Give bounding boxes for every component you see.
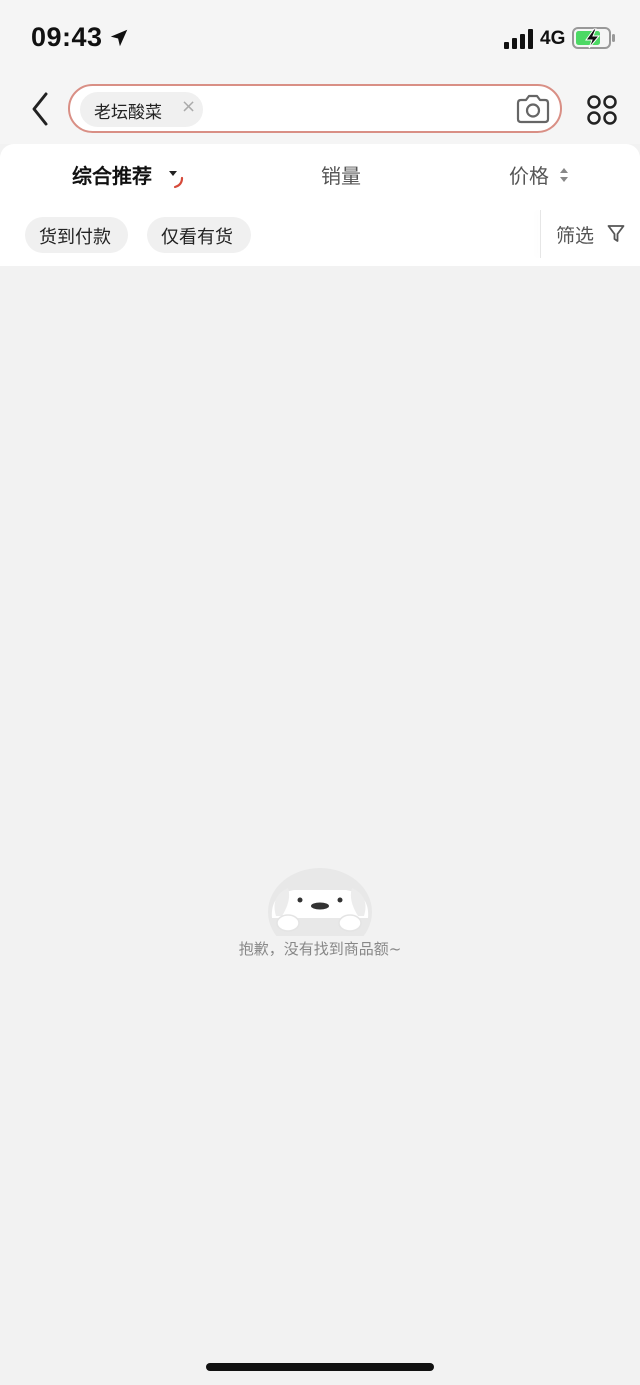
home-indicator[interactable] — [206, 1363, 434, 1371]
filter-chip-cash-on-delivery[interactable]: 货到付款 — [25, 217, 128, 253]
search-query-chip[interactable]: 老坛酸菜 × — [80, 92, 203, 127]
tab-price[interactable]: 价格 — [509, 160, 549, 189]
status-time: 09:43 — [31, 22, 103, 52]
filter-chip-in-stock[interactable]: 仅看有货 — [147, 217, 251, 253]
battery-charging-icon — [572, 27, 615, 49]
location-arrow-icon — [110, 29, 128, 47]
signal-bars-icon — [504, 29, 533, 49]
empty-state-message: 抱歉，没有找到商品额~ — [238, 940, 402, 958]
empty-dog-illustration — [268, 868, 372, 936]
tab-sales[interactable]: 销量 — [321, 160, 361, 189]
sort-filter-panel: 综合推荐 销量 价格 货到付款 仅看有货 筛选 — [0, 144, 640, 266]
filter-button[interactable]: 筛选 — [556, 221, 594, 248]
grid-menu-icon[interactable] — [586, 94, 618, 126]
camera-icon[interactable] — [515, 94, 551, 124]
funnel-icon[interactable] — [607, 224, 625, 244]
network-type: 4G — [540, 28, 566, 49]
back-icon[interactable] — [28, 90, 54, 128]
status-bar: 09:43 4G — [0, 0, 640, 76]
search-input[interactable]: 老坛酸菜 × — [68, 84, 562, 133]
filter-divider — [540, 210, 541, 258]
sort-arrows-icon — [560, 168, 568, 182]
tab-comprehensive[interactable]: 综合推荐 — [72, 160, 152, 189]
search-header: 老坛酸菜 × — [0, 76, 640, 144]
search-results-screen: 09:43 4G 老坛酸菜 × 综合推荐 销量 价格 货到付款 仅看有货 筛选 … — [0, 0, 640, 1385]
clear-query-icon[interactable]: × — [181, 96, 196, 117]
dropdown-caret-icon — [169, 171, 184, 189]
search-query-text: 老坛酸菜 — [94, 103, 162, 123]
